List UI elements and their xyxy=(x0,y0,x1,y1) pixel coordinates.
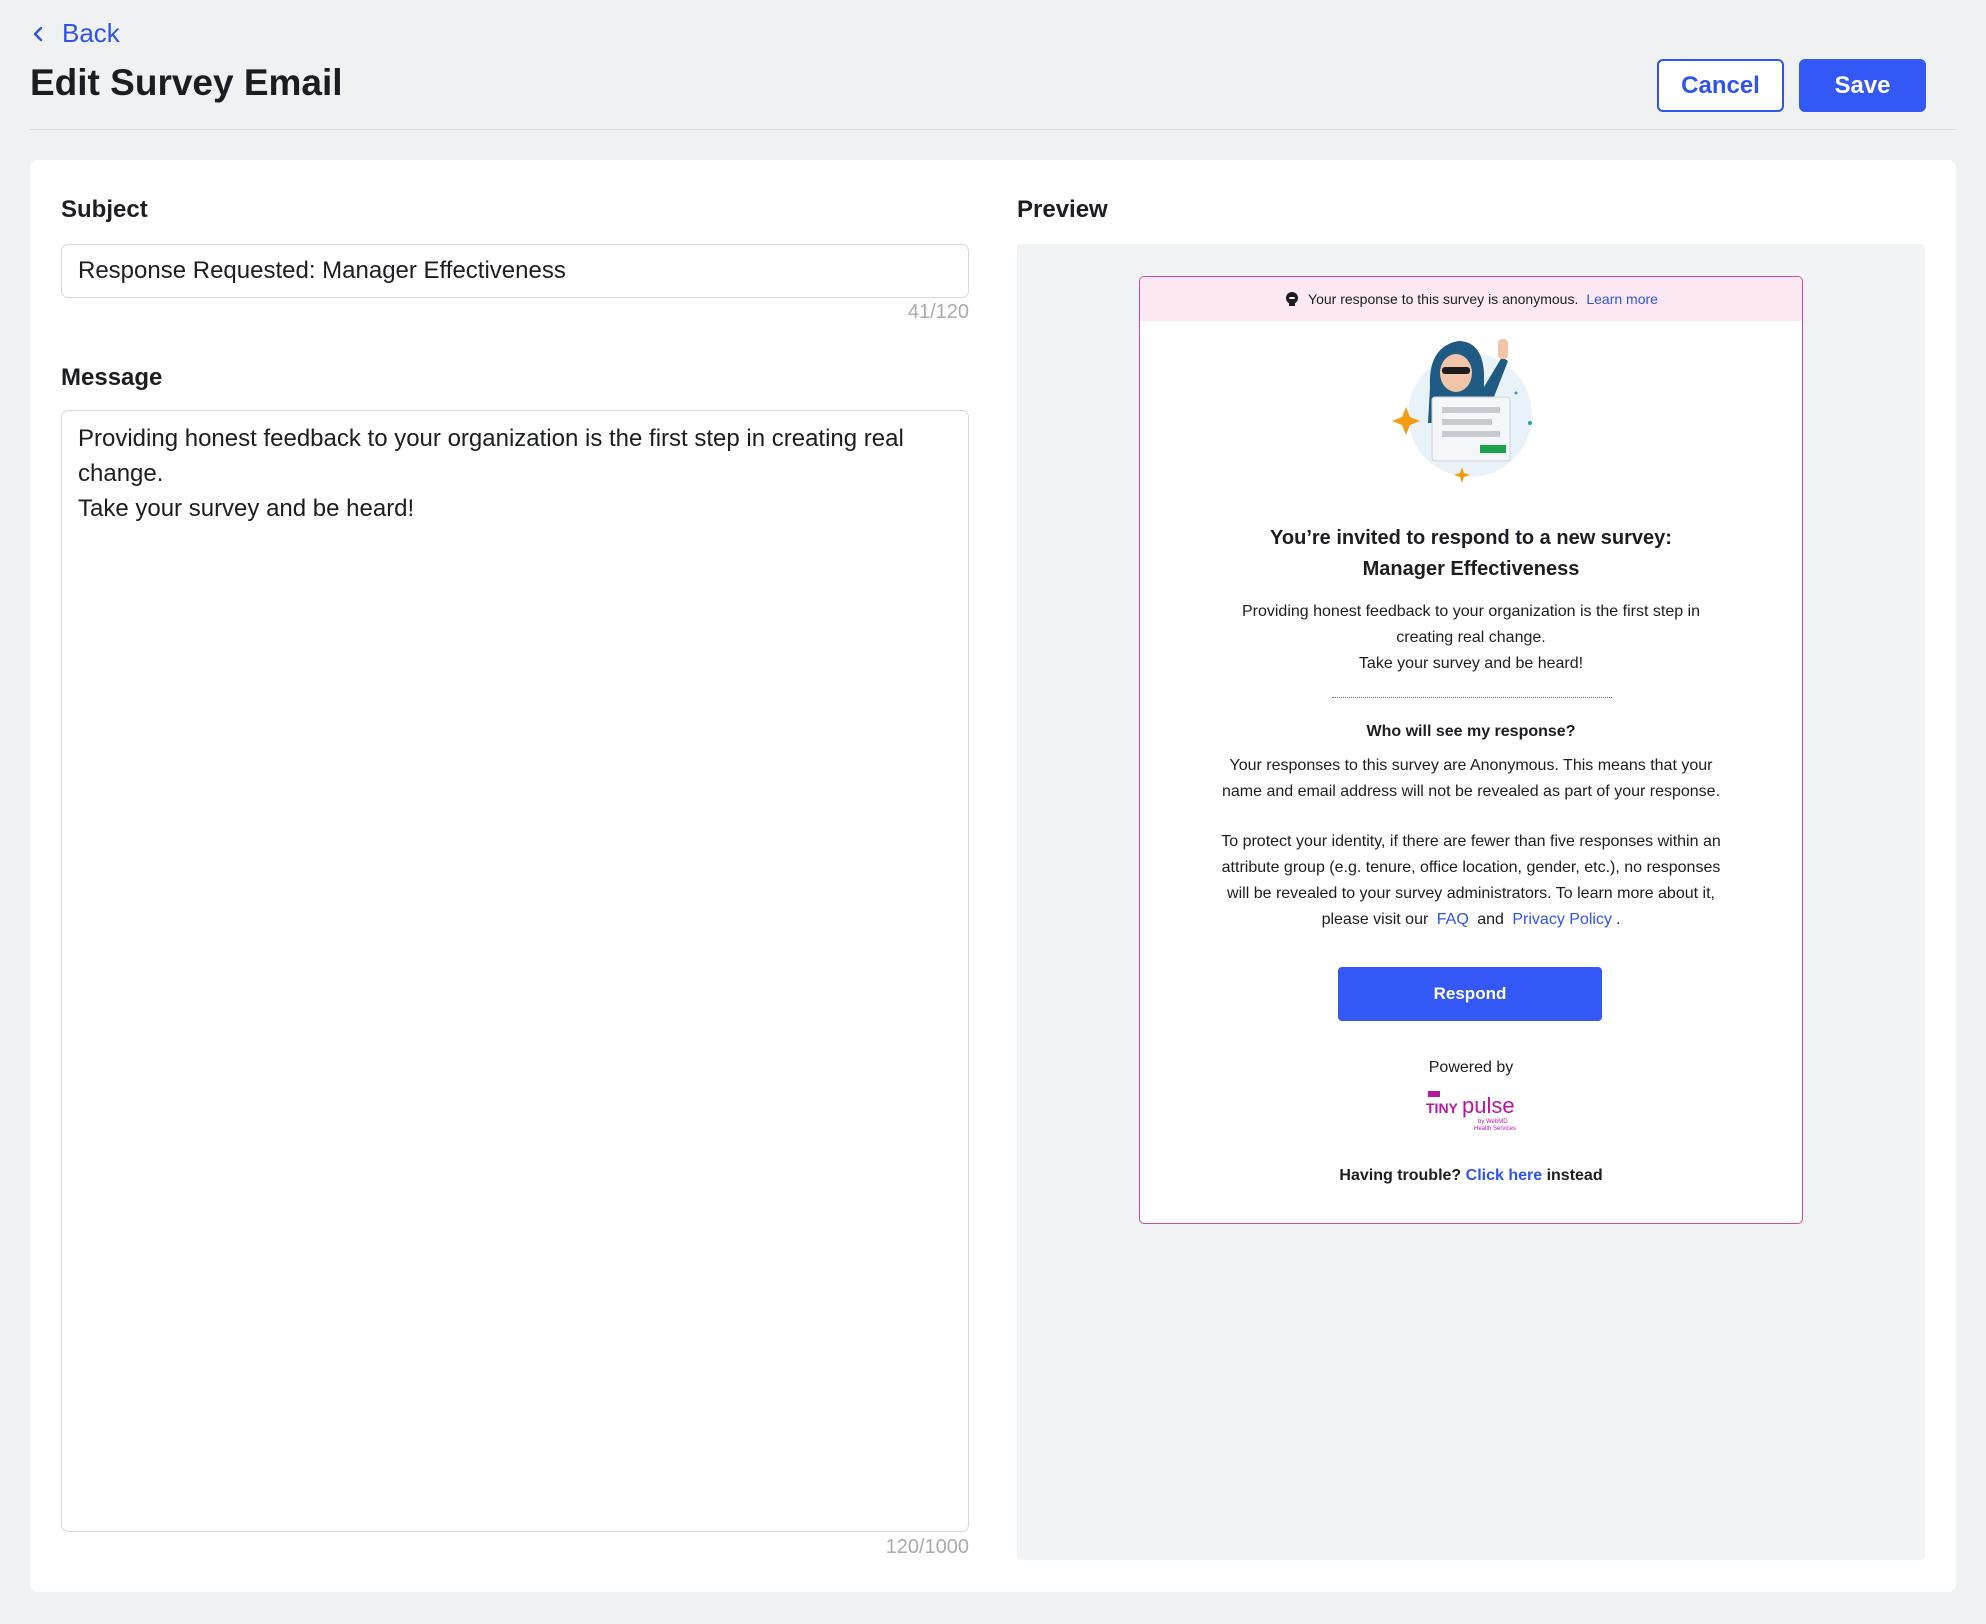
message-line: change. xyxy=(78,460,164,487)
survey-name: Manager Effectiveness xyxy=(1362,558,1580,580)
message-line: Take your survey and be heard! xyxy=(78,495,415,522)
email-preview: Your response to this survey is anonymou… xyxy=(1139,276,1803,1224)
powered-by-text: Powered by xyxy=(1428,1059,1514,1076)
svg-text:by WebMD: by WebMD xyxy=(1478,1119,1508,1125)
protect-line: will be revealed to your survey administ… xyxy=(1227,885,1715,902)
message-textarea[interactable]: Providing honest feedback to your organi… xyxy=(61,410,969,1532)
and-text: and xyxy=(1477,911,1504,928)
anonymous-person-illustration xyxy=(1392,339,1532,483)
having-trouble-text: Having trouble? Click here instead xyxy=(1140,1167,1802,1185)
svg-text:TINY: TINY xyxy=(1426,1100,1459,1116)
page-title: Edit Survey Email xyxy=(30,62,343,103)
faq-answer: Your responses to this survey are Anonym… xyxy=(1180,753,1762,805)
faq-link[interactable]: FAQ xyxy=(1437,911,1469,928)
cancel-button[interactable]: Cancel xyxy=(1657,59,1784,112)
tinypulse-logo: TINY pulse by WebMD Health Services xyxy=(1426,1091,1516,1132)
banner-text: Your response to this survey is anonymou… xyxy=(1308,291,1579,307)
subject-value: Response Requested: Manager Effectivenes… xyxy=(78,257,566,284)
answer-line: Your responses to this survey are Anonym… xyxy=(1229,757,1713,774)
chevron-left-icon xyxy=(33,26,43,41)
answer-line: name and email address will not be revea… xyxy=(1221,783,1721,800)
trouble-label: Having trouble? xyxy=(1339,1167,1462,1184)
subject-counter: 41/120 xyxy=(907,301,969,323)
back-link[interactable]: Back xyxy=(30,18,120,49)
body-line: creating real change. xyxy=(1396,629,1546,646)
message-line: Providing honest feedback to your organi… xyxy=(78,425,904,452)
period-text: . xyxy=(1615,911,1621,928)
divider xyxy=(1332,697,1612,698)
svg-text:Health Services: Health Services xyxy=(1474,1126,1516,1132)
respond-button[interactable]: Respond xyxy=(1338,967,1602,1021)
identity-protection-text: To protect your identity, if there are f… xyxy=(1180,829,1762,933)
click-here-link[interactable]: Click here xyxy=(1466,1167,1542,1184)
body-line: Take your survey and be heard! xyxy=(1358,655,1584,672)
preview-label: Preview xyxy=(1017,196,1108,223)
invite-title-line: You’re invited to respond to a new surve… xyxy=(1270,527,1672,549)
svg-text:pulse: pulse xyxy=(1462,1093,1515,1118)
protect-line-links: please visit our FAQ and Privacy Policy. xyxy=(1180,907,1762,933)
invite-title: You’re invited to respond to a new surve… xyxy=(1140,523,1802,585)
body-line: Providing honest feedback to your organi… xyxy=(1241,603,1701,620)
protect-line: To protect your identity, if there are f… xyxy=(1221,833,1721,850)
learn-more-link[interactable]: Learn more xyxy=(1586,291,1658,307)
visit-text: please visit our xyxy=(1321,911,1429,928)
faq-question: Who will see my response? xyxy=(1366,723,1576,740)
protect-line: attribute group (e.g. tenure, office loc… xyxy=(1221,859,1721,876)
back-label: Back xyxy=(62,18,120,48)
message-counter: 120/1000 xyxy=(885,1536,969,1558)
anonymity-banner: Your response to this survey is anonymou… xyxy=(1140,277,1802,321)
anonymous-icon xyxy=(1286,292,1299,306)
subject-label: Subject xyxy=(61,196,148,223)
preview-pane: Your response to this survey is anonymou… xyxy=(1017,244,1925,1560)
message-label: Message xyxy=(61,364,163,391)
instead-label: instead xyxy=(1546,1167,1603,1184)
email-body: Providing honest feedback to your organi… xyxy=(1180,599,1762,677)
save-button[interactable]: Save xyxy=(1799,59,1926,112)
privacy-policy-link[interactable]: Privacy Policy xyxy=(1512,911,1612,928)
subject-input[interactable]: Response Requested: Manager Effectivenes… xyxy=(61,244,969,298)
editor-card: Subject Response Requested: Manager Effe… xyxy=(30,160,1956,1592)
